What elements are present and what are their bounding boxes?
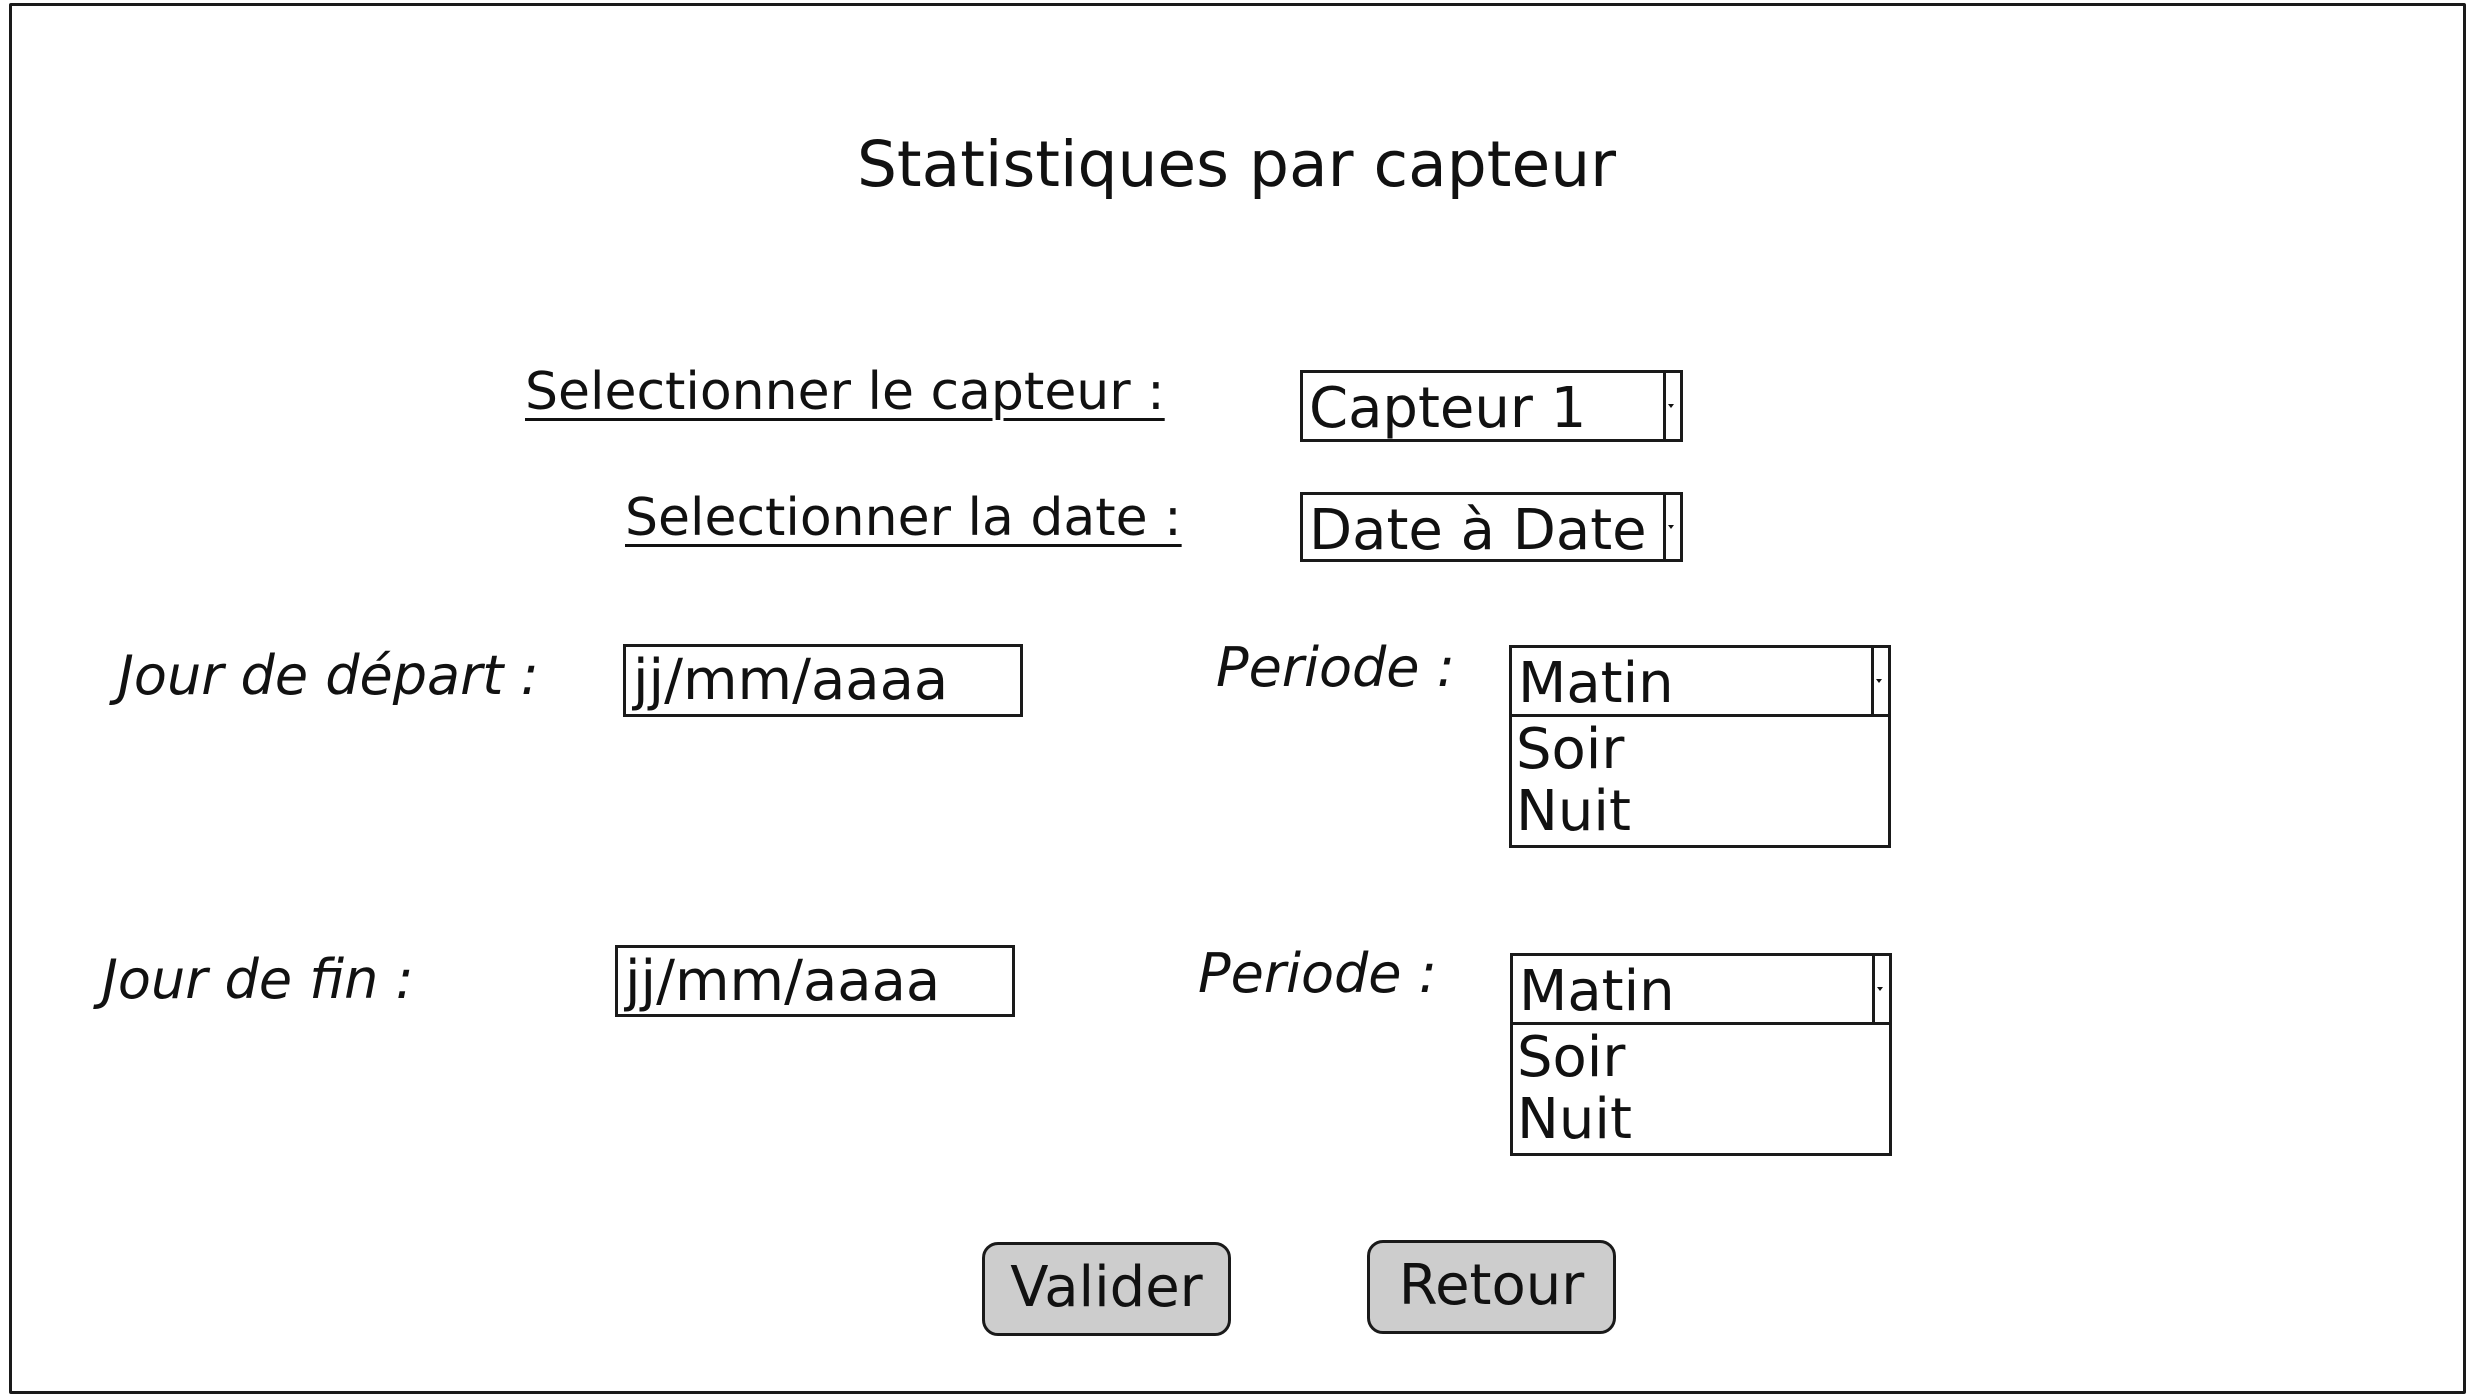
date-label: Selectionner la date : — [625, 488, 1182, 548]
sensor-select-value: Capteur 1 — [1309, 376, 1587, 441]
start-period-option-nuit[interactable]: Nuit — [1512, 781, 1888, 843]
date-mode-select-value: Date à Date — [1309, 498, 1647, 563]
date-mode-select[interactable]: Date à Date — [1300, 492, 1683, 563]
validate-button[interactable]: Valider — [982, 1242, 1231, 1336]
end-date-input[interactable]: jj/mm/aaaa — [615, 945, 1015, 1017]
end-period-select-value: Matin — [1519, 959, 1675, 1024]
sensor-select-toggle[interactable] — [1663, 373, 1680, 439]
page-title: Statistiques par capteur — [856, 128, 1617, 201]
chevron-down-icon — [1668, 525, 1674, 529]
start-date-input[interactable]: jj/mm/aaaa — [623, 644, 1023, 717]
end-period-option-soir[interactable]: Soir — [1513, 1027, 1889, 1089]
start-period-option-soir[interactable]: Soir — [1512, 719, 1888, 781]
start-period-options: Soir Nuit — [1509, 717, 1891, 848]
end-period-options: Soir Nuit — [1510, 1025, 1892, 1156]
chevron-down-icon — [1877, 987, 1883, 991]
chevron-down-icon — [1876, 679, 1882, 683]
sensor-select[interactable]: Capteur 1 — [1300, 370, 1683, 442]
start-day-label: Jour de départ : — [118, 644, 539, 707]
end-period-option-nuit[interactable]: Nuit — [1513, 1089, 1889, 1151]
start-period-select[interactable]: Matin — [1509, 645, 1891, 717]
start-period-select-value: Matin — [1518, 651, 1674, 716]
back-button[interactable]: Retour — [1367, 1240, 1616, 1334]
chevron-down-icon — [1668, 404, 1674, 408]
end-period-select[interactable]: Matin — [1510, 953, 1892, 1025]
end-period-label: Periode : — [1198, 942, 1437, 1005]
start-period-label: Periode : — [1216, 636, 1455, 699]
sensor-label: Selectionner le capteur : — [525, 362, 1165, 422]
date-mode-select-toggle[interactable] — [1663, 495, 1680, 559]
end-period-select-toggle[interactable] — [1872, 956, 1889, 1022]
start-period-select-toggle[interactable] — [1871, 648, 1888, 714]
end-day-label: Jour de fin : — [102, 948, 414, 1011]
